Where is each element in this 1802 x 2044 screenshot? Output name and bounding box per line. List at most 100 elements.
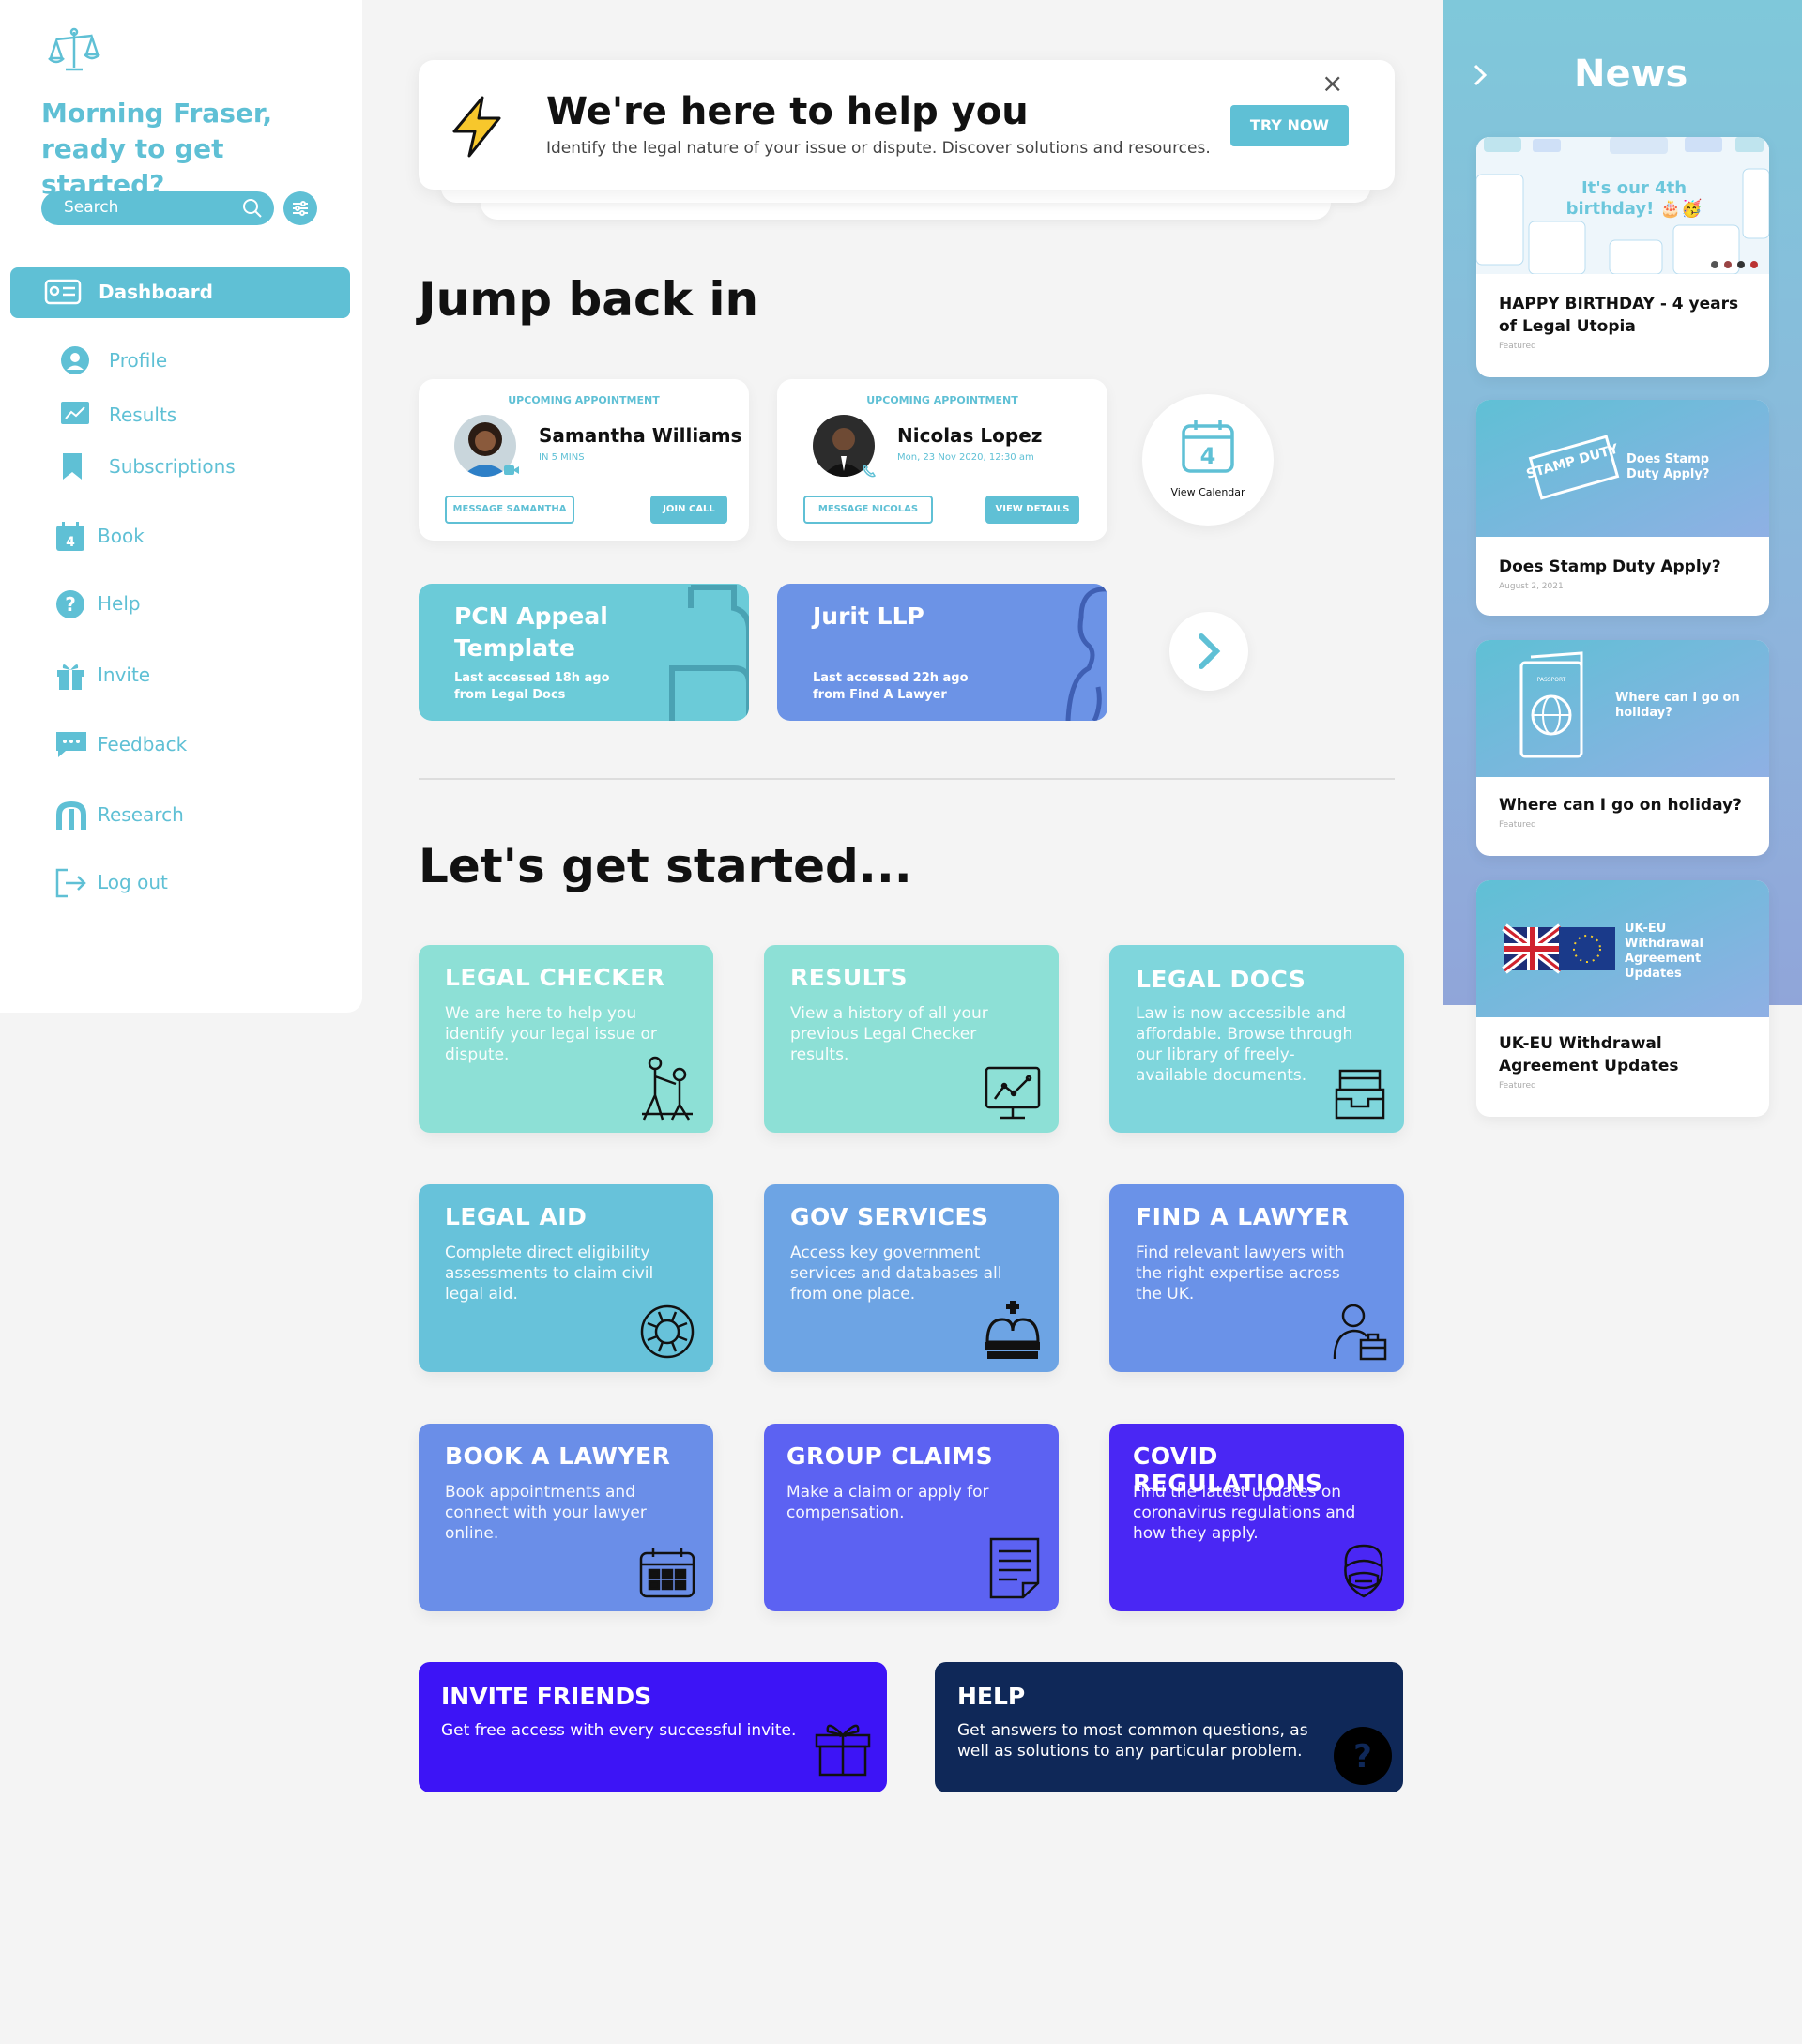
logout-icon bbox=[55, 868, 86, 898]
help-circle-icon: ? bbox=[56, 590, 84, 618]
sidebar-item-profile[interactable]: Profile bbox=[61, 346, 167, 374]
news-card-headline: Does Stamp Duty Apply? bbox=[1499, 557, 1721, 576]
news-card-overlay: Where can I go on holiday? bbox=[1615, 691, 1740, 720]
news-card[interactable]: STAMP DUTY Does Stamp Duty Apply? Does S… bbox=[1476, 400, 1769, 616]
mask-face-icon bbox=[1344, 1544, 1383, 1598]
tile-find-a-lawyer[interactable]: FIND A LAWYER Find relevant lawyers with… bbox=[1109, 1184, 1404, 1372]
sidebar-item-logout[interactable]: Log out bbox=[55, 868, 168, 898]
sidebar-item-label: Subscriptions bbox=[109, 455, 236, 478]
join-call-button[interactable]: JOIN CALL bbox=[650, 496, 727, 524]
tile-legal-docs[interactable]: LEGAL DOCS Law is now accessible and aff… bbox=[1109, 945, 1404, 1133]
appointment-card[interactable]: UPCOMING APPOINTMENT Nicolas Lopez Mon, … bbox=[777, 379, 1107, 541]
chevron-right-icon bbox=[1199, 633, 1221, 669]
tile-description: Access key government services and datab… bbox=[790, 1243, 1002, 1304]
research-icon bbox=[56, 801, 86, 830]
calendar-day-icon: 4 bbox=[56, 522, 84, 551]
phone-icon bbox=[863, 464, 877, 478]
tile-title: RESULTS bbox=[790, 964, 908, 991]
recent-title: Jurit LLP bbox=[813, 603, 924, 630]
tile-book-a-lawyer[interactable]: BOOK A LAWYER Book appointments and conn… bbox=[419, 1424, 713, 1611]
search-icon[interactable] bbox=[242, 198, 263, 219]
filter-button[interactable] bbox=[283, 191, 317, 225]
sidebar-item-label: Invite bbox=[98, 664, 151, 686]
recent-lawyer-card[interactable]: Jurit LLP Last accessed 22h ago from Fin… bbox=[777, 584, 1107, 721]
help-banner: We're here to help you Identify the lega… bbox=[419, 60, 1395, 190]
sidebar-item-label: Book bbox=[98, 525, 145, 547]
recent-doc-card[interactable]: PCN Appeal Template Last accessed 18h ag… bbox=[419, 584, 749, 721]
tile-description: Complete direct eligibility assessments … bbox=[445, 1243, 654, 1304]
view-calendar-label: View Calendar bbox=[1170, 486, 1245, 498]
appointment-card[interactable]: UPCOMING APPOINTMENT Samantha Williams I… bbox=[419, 379, 749, 541]
view-details-button[interactable]: VIEW DETAILS bbox=[985, 496, 1079, 524]
try-now-button[interactable]: TRY NOW bbox=[1230, 105, 1349, 146]
news-card-overlay: Does Stamp Duty Apply? bbox=[1626, 452, 1710, 481]
appointment-name: Nicolas Lopez bbox=[897, 424, 1043, 447]
lightning-icon bbox=[452, 96, 501, 158]
tile-results[interactable]: RESULTS View a history of all your previ… bbox=[764, 945, 1059, 1133]
tile-group-claims[interactable]: GROUP CLAIMS Make a claim or apply for c… bbox=[764, 1424, 1059, 1611]
banner-stack-shadow bbox=[481, 203, 1331, 220]
tile-covid-regulations[interactable]: COVID REGULATIONS Find the latest update… bbox=[1109, 1424, 1404, 1611]
sidebar-item-label: Feedback bbox=[98, 733, 188, 755]
sidebar-item-help[interactable]: ? Help bbox=[56, 590, 141, 618]
tile-legal-checker[interactable]: LEGAL CHECKER We are here to help you id… bbox=[419, 945, 713, 1133]
svg-text:4: 4 bbox=[1200, 443, 1216, 469]
appointment-tag: UPCOMING APPOINTMENT bbox=[508, 394, 660, 406]
sidebar: Morning Fraser, ready to get started? Se… bbox=[0, 0, 362, 1013]
invite-friends-card[interactable]: INVITE FRIENDS Get free access with ever… bbox=[419, 1662, 887, 1792]
lawyer-briefcase-icon bbox=[1333, 1304, 1387, 1361]
appointment-time: IN 5 MINS bbox=[539, 452, 585, 463]
tile-title: HELP bbox=[957, 1683, 1026, 1710]
help-card[interactable]: HELP Get answers to most common question… bbox=[935, 1662, 1403, 1792]
sidebar-item-results[interactable]: Results bbox=[61, 402, 176, 426]
svg-text:?: ? bbox=[65, 593, 76, 616]
gift-icon bbox=[815, 1724, 871, 1777]
tile-description: View a history of all your previous Lega… bbox=[790, 1004, 988, 1064]
calendar-icon bbox=[639, 1548, 695, 1598]
close-icon[interactable]: × bbox=[1321, 68, 1343, 99]
profile-icon bbox=[61, 346, 89, 374]
scales-logo-icon[interactable] bbox=[47, 26, 101, 75]
section-divider bbox=[419, 778, 1395, 780]
tile-description: Make a claim or apply for compensation. bbox=[786, 1483, 989, 1522]
sidebar-item-dashboard[interactable]: Dashboard bbox=[10, 267, 350, 318]
tile-gov-services[interactable]: GOV SERVICES Access key government servi… bbox=[764, 1184, 1059, 1372]
chart-line-icon bbox=[61, 402, 89, 424]
search-input[interactable]: Search bbox=[41, 191, 274, 225]
appointment-tag: UPCOMING APPOINTMENT bbox=[866, 394, 1018, 406]
news-card[interactable]: UK-EU Withdrawal Agreement Updates UK-EU… bbox=[1476, 880, 1769, 1117]
sidebar-item-book[interactable]: 4 Book bbox=[56, 522, 145, 551]
tile-legal-aid[interactable]: LEGAL AID Complete direct eligibility as… bbox=[419, 1184, 713, 1372]
news-card[interactable]: It's our 4th birthday! 🎂🥳 HAPPY BIRTHDAY… bbox=[1476, 137, 1769, 377]
tile-description: Book appointments and connect with your … bbox=[445, 1483, 647, 1543]
helping-hand-icon bbox=[642, 1056, 693, 1121]
sidebar-item-feedback[interactable]: Feedback bbox=[56, 732, 188, 757]
news-title: News bbox=[1574, 53, 1688, 96]
jump-back-heading: Jump back in bbox=[419, 272, 759, 327]
news-card-meta: August 2, 2021 bbox=[1499, 582, 1564, 591]
message-samantha-button[interactable]: MESSAGE SAMANTHA bbox=[445, 496, 574, 524]
tile-description: We are here to help you identify your le… bbox=[445, 1004, 657, 1064]
monitor-chart-icon bbox=[985, 1066, 1041, 1120]
news-card-meta: Featured bbox=[1499, 820, 1536, 830]
view-calendar-button[interactable]: 4 View Calendar bbox=[1142, 394, 1274, 526]
svg-text:4: 4 bbox=[66, 535, 75, 550]
sidebar-item-invite[interactable]: Invite bbox=[57, 664, 151, 690]
message-nicolas-button[interactable]: MESSAGE NICOLAS bbox=[803, 496, 933, 524]
bookmark-icon bbox=[63, 453, 82, 480]
gift-icon bbox=[57, 664, 84, 690]
sidebar-item-research[interactable]: Research bbox=[56, 801, 184, 830]
bottle-document-icon bbox=[669, 585, 749, 721]
news-card[interactable]: PASSPORT Where can I go on holiday? Wher… bbox=[1476, 640, 1769, 856]
sidebar-item-subscriptions[interactable]: Subscriptions bbox=[63, 453, 236, 480]
question-icon: ? bbox=[1334, 1727, 1392, 1785]
tile-title: FIND A LAWYER bbox=[1136, 1203, 1350, 1230]
greeting: Morning Fraser, ready to get started? bbox=[41, 98, 273, 200]
next-button[interactable] bbox=[1169, 612, 1248, 691]
sidebar-item-label: Research bbox=[98, 803, 184, 826]
crown-icon bbox=[985, 1301, 1040, 1359]
news-card-meta: Featured bbox=[1499, 1081, 1536, 1091]
get-started-heading: Let's get started... bbox=[419, 839, 912, 893]
tile-title: LEGAL CHECKER bbox=[445, 964, 665, 991]
chevron-right-icon[interactable] bbox=[1471, 62, 1489, 88]
